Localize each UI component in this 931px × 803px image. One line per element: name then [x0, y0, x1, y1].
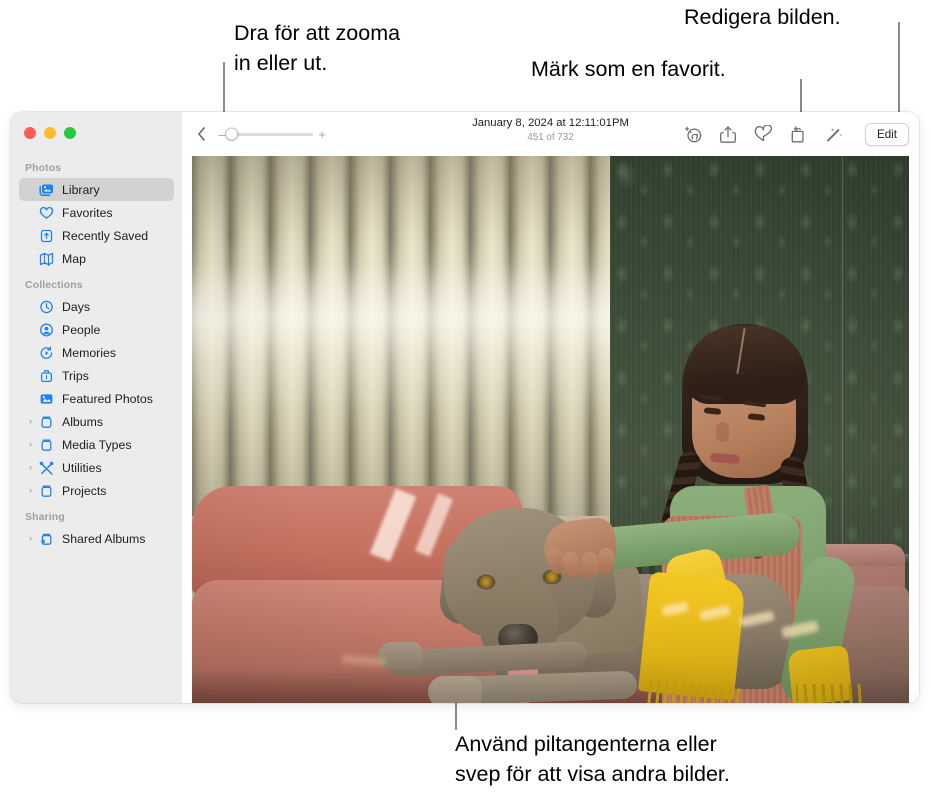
tray-arrow-up-icon — [37, 229, 56, 243]
shared-album-icon — [37, 532, 56, 546]
photos-library-icon — [37, 183, 56, 197]
magic-wand-icon[interactable] — [823, 124, 843, 144]
zoom-slider-track[interactable] — [225, 127, 313, 141]
sidebar: Photos Library Favorites Recently Saved — [11, 112, 182, 703]
tools-icon — [37, 461, 56, 475]
minimize-button[interactable] — [44, 127, 56, 139]
album-box-icon — [37, 484, 56, 498]
sidebar-item-label: Utilities — [62, 460, 102, 475]
album-box-icon — [37, 438, 56, 452]
edit-button[interactable]: Edit — [865, 122, 909, 146]
chevron-right-icon[interactable]: › — [25, 534, 36, 543]
sidebar-item-label: Featured Photos — [62, 391, 153, 406]
sidebar-item-utilities[interactable]: › Utilities — [19, 456, 174, 479]
sidebar-item-label: Recently Saved — [62, 228, 149, 243]
sidebar-section-collections: Collections — [25, 279, 83, 291]
sidebar-item-label: Projects — [62, 483, 107, 498]
toolbar: – + January 8, 2024 at 12:11:01PM 451 of… — [182, 112, 919, 156]
photo-vignette — [192, 156, 909, 703]
toolbar-actions: Edit — [683, 122, 909, 146]
zoom-in-label[interactable]: + — [318, 128, 326, 141]
identify-subject-icon[interactable] — [683, 124, 703, 144]
sidebar-item-label: Library — [62, 182, 100, 197]
sidebar-item-recently-saved[interactable]: Recently Saved — [19, 224, 174, 247]
content-area: – + January 8, 2024 at 12:11:01PM 451 of… — [182, 112, 919, 703]
sidebar-item-label: Shared Albums — [62, 531, 146, 546]
map-icon — [37, 252, 56, 266]
memories-play-icon — [37, 346, 56, 360]
sidebar-item-memories[interactable]: Memories — [19, 341, 174, 364]
photos-app-window: Photos Library Favorites Recently Saved — [11, 112, 919, 703]
sidebar-item-label: People — [62, 322, 101, 337]
sidebar-item-label: Favorites — [62, 205, 113, 220]
sidebar-item-favorites[interactable]: Favorites — [19, 201, 174, 224]
sidebar-item-label: Days — [62, 299, 91, 314]
sidebar-item-media-types[interactable]: › Media Types — [19, 433, 174, 456]
person-circle-icon — [37, 323, 56, 337]
sidebar-item-label: Media Types — [62, 437, 132, 452]
photo-icon — [37, 392, 56, 406]
callout-favorite: Märk som en favorit. — [531, 57, 726, 81]
sidebar-section-sharing: Sharing — [25, 511, 65, 523]
chevron-left-icon[interactable] — [190, 123, 212, 145]
album-box-icon — [37, 415, 56, 429]
clock-icon — [37, 300, 56, 314]
callout-zoom-slider: Dra för att zooma in eller ut. — [234, 21, 401, 75]
window-controls — [11, 119, 182, 153]
close-button[interactable] — [24, 127, 36, 139]
sidebar-item-trips[interactable]: Trips — [19, 364, 174, 387]
callout-edit: Redigera bilden. — [684, 5, 841, 29]
callout-arrow-keys: Använd piltangenterna eller svep för att… — [455, 732, 730, 786]
zoom-button[interactable] — [64, 127, 76, 139]
chevron-right-icon[interactable]: › — [25, 440, 36, 449]
zoom-slider-knob[interactable] — [225, 127, 239, 141]
heart-icon[interactable] — [753, 124, 773, 144]
sidebar-section-photos: Photos — [25, 162, 62, 174]
sidebar-item-projects[interactable]: › Projects — [19, 479, 174, 502]
sidebar-item-days[interactable]: Days — [19, 295, 174, 318]
zoom-slider[interactable]: – + — [218, 127, 326, 141]
chevron-right-icon[interactable]: › — [25, 463, 36, 472]
photo-viewer[interactable] — [182, 156, 919, 703]
sidebar-item-label: Map — [62, 251, 86, 266]
photo-image[interactable] — [192, 156, 909, 703]
sidebar-item-label: Albums — [62, 414, 104, 429]
suitcase-icon — [37, 369, 56, 383]
sidebar-item-map[interactable]: Map — [19, 247, 174, 270]
sidebar-item-label: Memories — [62, 345, 116, 360]
callout-leader-line-edit — [898, 22, 900, 126]
chevron-right-icon[interactable]: › — [25, 417, 36, 426]
sidebar-item-albums[interactable]: › Albums — [19, 410, 174, 433]
sidebar-item-shared-albums[interactable]: › Shared Albums — [19, 527, 174, 550]
chevron-right-icon[interactable]: › — [25, 486, 36, 495]
heart-icon — [37, 206, 56, 220]
share-icon[interactable] — [718, 124, 738, 144]
sidebar-item-label: Trips — [62, 368, 89, 383]
sidebar-item-people[interactable]: People — [19, 318, 174, 341]
sidebar-item-featured-photos[interactable]: Featured Photos — [19, 387, 174, 410]
sidebar-item-library[interactable]: Library — [19, 178, 174, 201]
rotate-icon[interactable] — [788, 124, 808, 144]
